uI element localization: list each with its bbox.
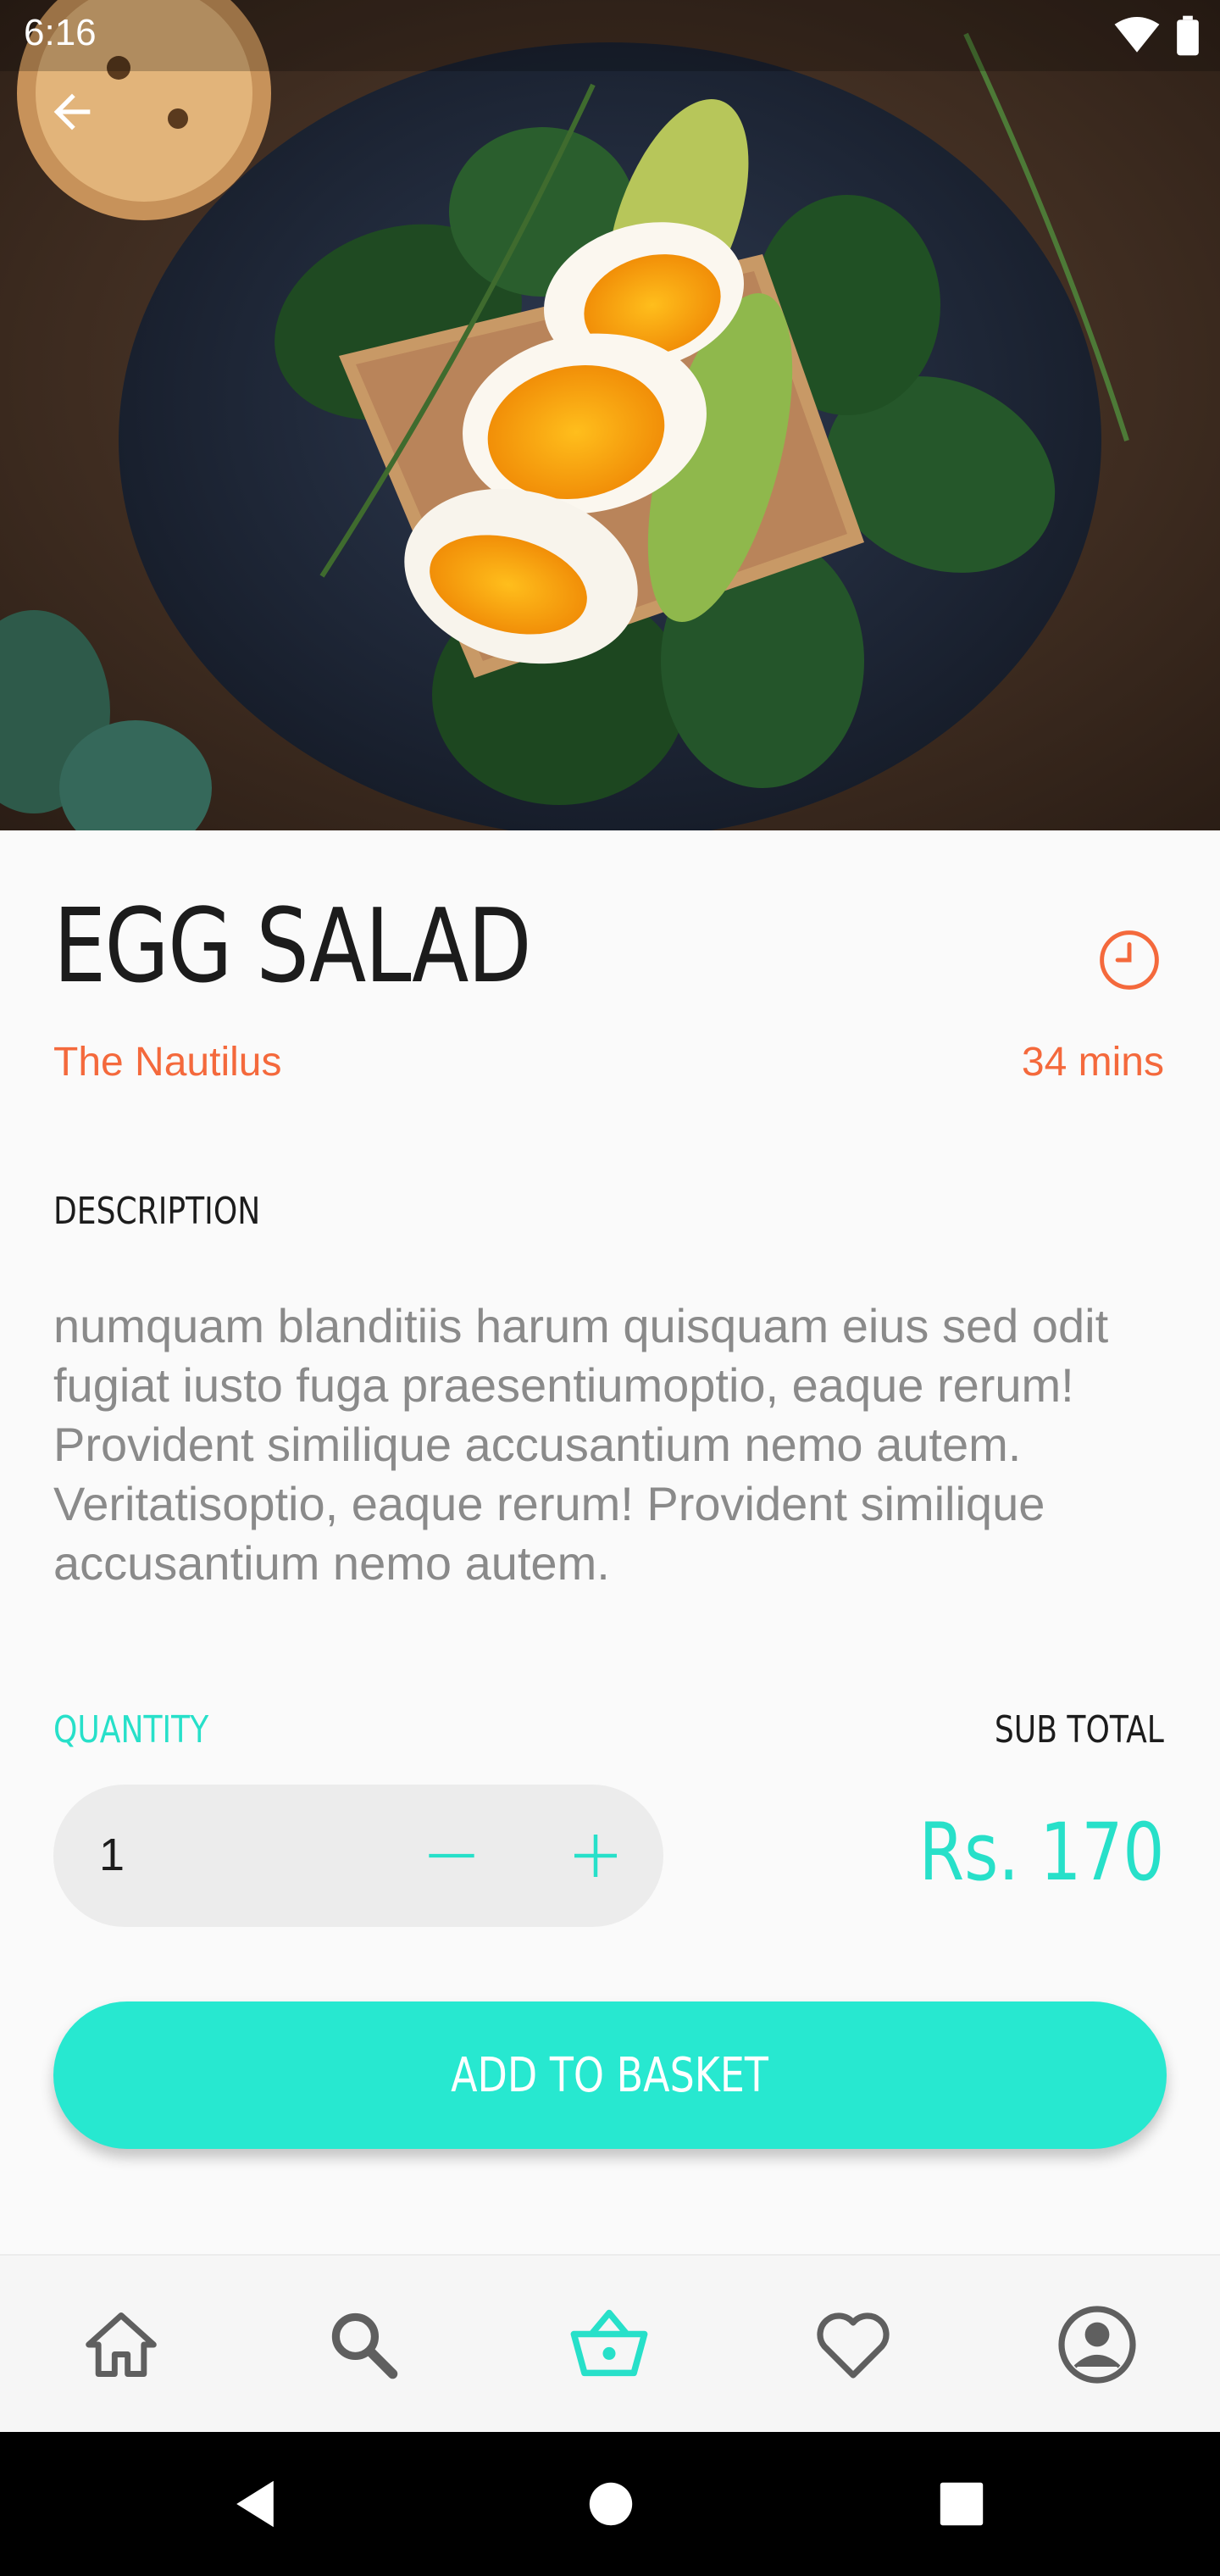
subtotal-heading: SUB TOTAL — [995, 1708, 1164, 1752]
subtotal-price: Rs. 170 — [918, 1807, 1164, 1899]
clock-icon — [1100, 930, 1159, 990]
description-heading: DESCRIPTION — [53, 1190, 261, 1233]
heart-icon — [817, 2312, 890, 2379]
search-icon — [331, 2312, 398, 2379]
minus-icon — [429, 1853, 474, 1858]
status-bar: 6:16 — [0, 0, 1220, 71]
description-text: numquam blanditiis harum quisquam eius s… — [53, 1299, 1109, 1590]
home-icon — [86, 2312, 157, 2377]
status-icons — [1113, 15, 1200, 56]
circle-home-icon — [589, 2482, 633, 2526]
wifi-icon — [1114, 17, 1160, 53]
egg-salad-photo — [0, 0, 1220, 830]
quantity-stepper: 1 — [53, 1785, 663, 1927]
nav-account[interactable] — [1042, 2290, 1152, 2400]
system-home-button[interactable] — [573, 2466, 649, 2542]
nav-home[interactable] — [66, 2290, 176, 2400]
battery-icon — [1177, 15, 1199, 56]
hero-food-image: 6:16 — [0, 0, 1220, 830]
nav-basket[interactable] — [554, 2290, 664, 2400]
arrow-back-icon — [53, 93, 91, 130]
add-to-basket-button[interactable]: ADD TO BASKET — [53, 2001, 1167, 2149]
bottom-navigation — [0, 2254, 1220, 2432]
square-recents-icon — [940, 2482, 984, 2526]
quantity-heading: QUANTITY — [53, 1708, 209, 1752]
increase-quantity-button[interactable] — [553, 1813, 638, 1898]
basket-icon — [570, 2309, 648, 2377]
system-recents-button[interactable] — [923, 2466, 1000, 2542]
triangle-back-icon — [236, 2480, 274, 2528]
decrease-quantity-button[interactable] — [409, 1813, 494, 1898]
back-button[interactable] — [53, 93, 137, 198]
system-back-button[interactable] — [217, 2466, 293, 2542]
plus-icon — [574, 1835, 617, 1877]
nav-favorites[interactable] — [798, 2290, 908, 2400]
dish-title: EGG SALAD — [53, 888, 532, 1006]
prep-time: 34 mins — [1021, 1040, 1164, 1085]
status-time: 6:16 — [24, 12, 97, 53]
quantity-value: 1 — [99, 1829, 125, 1880]
restaurant-name[interactable]: The Nautilus — [53, 1039, 281, 1085]
add-to-basket-label: ADD TO BASKET — [451, 2047, 769, 2103]
system-navigation-bar — [0, 2432, 1220, 2576]
nav-search[interactable] — [308, 2290, 419, 2400]
account-icon — [1058, 2306, 1136, 2384]
